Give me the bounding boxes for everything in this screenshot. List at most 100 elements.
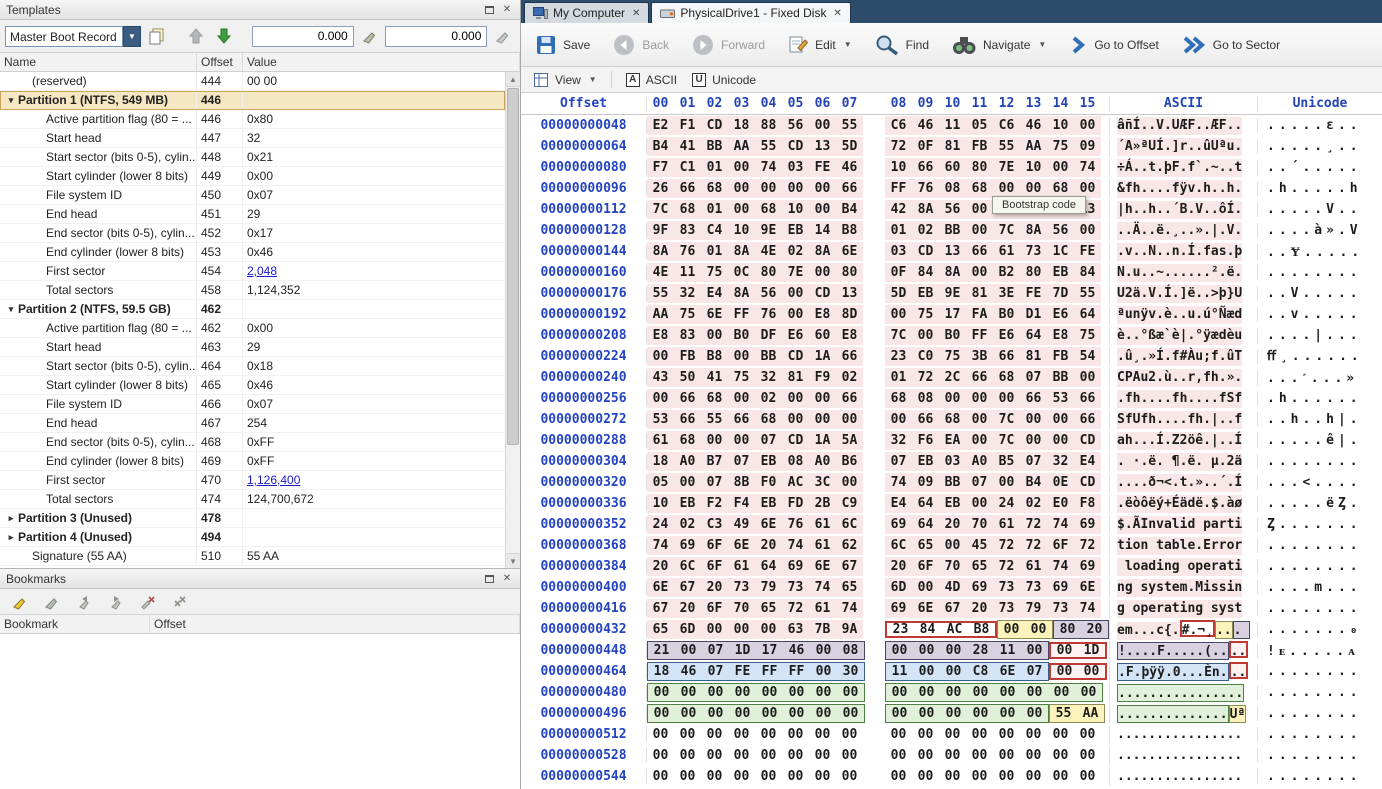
- hex-byte[interactable]: 60: [939, 160, 966, 175]
- hex-byte[interactable]: AA: [1077, 706, 1104, 721]
- hex-byte[interactable]: B0: [939, 328, 966, 343]
- hex-byte[interactable]: 07: [1020, 370, 1047, 385]
- template-offset-input-2[interactable]: [385, 26, 487, 47]
- hex-byte[interactable]: 56: [939, 202, 966, 217]
- hex-byte[interactable]: 00: [966, 769, 993, 784]
- hex-byte[interactable]: 03: [939, 454, 966, 469]
- hex-byte[interactable]: 0F: [885, 265, 912, 280]
- hex-byte[interactable]: 83: [674, 328, 701, 343]
- hex-byte[interactable]: 76: [912, 181, 939, 196]
- hex-byte[interactable]: 00: [728, 349, 755, 364]
- unicode-cell[interactable]: ........: [1257, 769, 1382, 784]
- hex-byte[interactable]: 02: [782, 244, 809, 259]
- hex-byte[interactable]: E8: [809, 307, 836, 322]
- hex-byte[interactable]: 00: [966, 391, 993, 406]
- hex-byte[interactable]: 80: [966, 160, 993, 175]
- unicode-cell[interactable]: .....ëȤ.: [1257, 496, 1382, 511]
- hex-byte[interactable]: 00: [886, 643, 913, 658]
- unicode-cell[interactable]: .....V..: [1257, 202, 1382, 217]
- hex-byte[interactable]: 75: [701, 265, 728, 280]
- hex-byte[interactable]: 00: [940, 664, 967, 679]
- hex-byte[interactable]: C6: [885, 118, 912, 133]
- hex-byte[interactable]: 28: [967, 643, 994, 658]
- hex-byte[interactable]: 00: [836, 748, 863, 763]
- hex-byte[interactable]: 00: [836, 727, 863, 742]
- hex-byte[interactable]: 00: [912, 769, 939, 784]
- hex-byte[interactable]: 00: [913, 685, 940, 700]
- hex-byte[interactable]: 00: [1074, 370, 1101, 385]
- close-tab-icon[interactable]: ✕: [833, 8, 841, 19]
- hex-byte[interactable]: 4E: [755, 244, 782, 259]
- hex-byte[interactable]: 00: [702, 685, 729, 700]
- hex-byte[interactable]: E6: [1047, 307, 1074, 322]
- template-row[interactable]: Signature (55 AA)51055 AA: [0, 547, 505, 566]
- hex-byte[interactable]: AA: [1020, 139, 1047, 154]
- hex-byte[interactable]: 00: [1021, 706, 1048, 721]
- hex-byte[interactable]: 49: [728, 517, 755, 532]
- hex-byte[interactable]: 00: [1020, 412, 1047, 427]
- hex-byte[interactable]: 75: [674, 307, 701, 322]
- hex-byte[interactable]: 00: [755, 181, 782, 196]
- hex-byte[interactable]: 00: [837, 706, 864, 721]
- hex-byte[interactable]: 00: [755, 622, 782, 637]
- expand-icon[interactable]: ▸: [4, 532, 18, 543]
- hex-byte[interactable]: 07: [728, 454, 755, 469]
- hex-byte[interactable]: EB: [912, 286, 939, 301]
- hex-byte[interactable]: FF: [728, 307, 755, 322]
- hex-byte[interactable]: 20: [885, 559, 912, 574]
- hex-byte[interactable]: 72: [993, 559, 1020, 574]
- hex-byte[interactable]: 69: [1074, 517, 1101, 532]
- hex-byte[interactable]: FE: [1074, 244, 1101, 259]
- hex-byte[interactable]: 73: [782, 580, 809, 595]
- hex-byte[interactable]: B4: [836, 202, 863, 217]
- template-row[interactable]: Start head46329: [0, 338, 505, 357]
- hex-byte[interactable]: 66: [674, 391, 701, 406]
- hex-byte[interactable]: F2: [701, 496, 728, 511]
- hex-byte[interactable]: 00: [837, 685, 864, 700]
- hex-byte[interactable]: BB: [1047, 370, 1074, 385]
- hex-byte[interactable]: C8: [967, 664, 994, 679]
- hex-byte[interactable]: 68: [674, 202, 701, 217]
- hex-byte[interactable]: 00: [993, 181, 1020, 196]
- template-row[interactable]: End head45129: [0, 205, 505, 224]
- hex-byte[interactable]: 00: [940, 685, 967, 700]
- forward-button[interactable]: Forward: [687, 29, 769, 61]
- hex-byte[interactable]: 00: [993, 391, 1020, 406]
- unicode-cell[interactable]: ........: [1257, 748, 1382, 763]
- hex-byte[interactable]: 02: [674, 517, 701, 532]
- hex-byte[interactable]: 1A: [809, 433, 836, 448]
- hex-byte[interactable]: 7B: [809, 622, 836, 637]
- unicode-cell[interactable]: ........: [1257, 685, 1382, 700]
- hex-byte[interactable]: 11: [674, 265, 701, 280]
- ascii-cell[interactable]: g operating syst: [1109, 600, 1257, 618]
- hex-byte[interactable]: 65: [755, 601, 782, 616]
- hex-byte[interactable]: B8: [968, 622, 995, 637]
- hex-byte[interactable]: 56: [755, 286, 782, 301]
- hex-byte[interactable]: 00: [728, 202, 755, 217]
- hex-byte[interactable]: 10: [782, 202, 809, 217]
- hex-byte[interactable]: 61: [809, 517, 836, 532]
- hex-byte[interactable]: FE: [729, 664, 756, 679]
- hex-byte[interactable]: E6: [993, 328, 1020, 343]
- hex-byte[interactable]: 00: [755, 748, 782, 763]
- hex-byte[interactable]: 00: [886, 706, 913, 721]
- hex-byte[interactable]: 45: [966, 538, 993, 553]
- hex-byte[interactable]: 00: [836, 475, 863, 490]
- hex-byte[interactable]: 6E: [755, 517, 782, 532]
- hex-byte[interactable]: B7: [701, 454, 728, 469]
- hex-byte[interactable]: 73: [1047, 601, 1074, 616]
- hex-byte[interactable]: CD: [701, 118, 728, 133]
- hex-byte[interactable]: 00: [701, 328, 728, 343]
- hex-byte[interactable]: EB: [1047, 265, 1074, 280]
- hex-byte[interactable]: 00: [1074, 118, 1101, 133]
- hex-byte[interactable]: 66: [728, 412, 755, 427]
- hex-byte[interactable]: 07: [885, 454, 912, 469]
- unicode-cell[interactable]: .....¸..: [1257, 139, 1382, 154]
- hex-byte[interactable]: 62: [836, 538, 863, 553]
- ascii-cell[interactable]: em...c{.#.¬¸...: [1109, 620, 1257, 640]
- tab-label[interactable]: My Computer: [553, 6, 625, 20]
- template-row[interactable]: Start cylinder (lower 8 bits)4650x46: [0, 376, 505, 395]
- hex-byte[interactable]: 20: [1081, 622, 1108, 637]
- hex-byte[interactable]: FF: [783, 664, 810, 679]
- hex-byte[interactable]: 84: [1074, 265, 1101, 280]
